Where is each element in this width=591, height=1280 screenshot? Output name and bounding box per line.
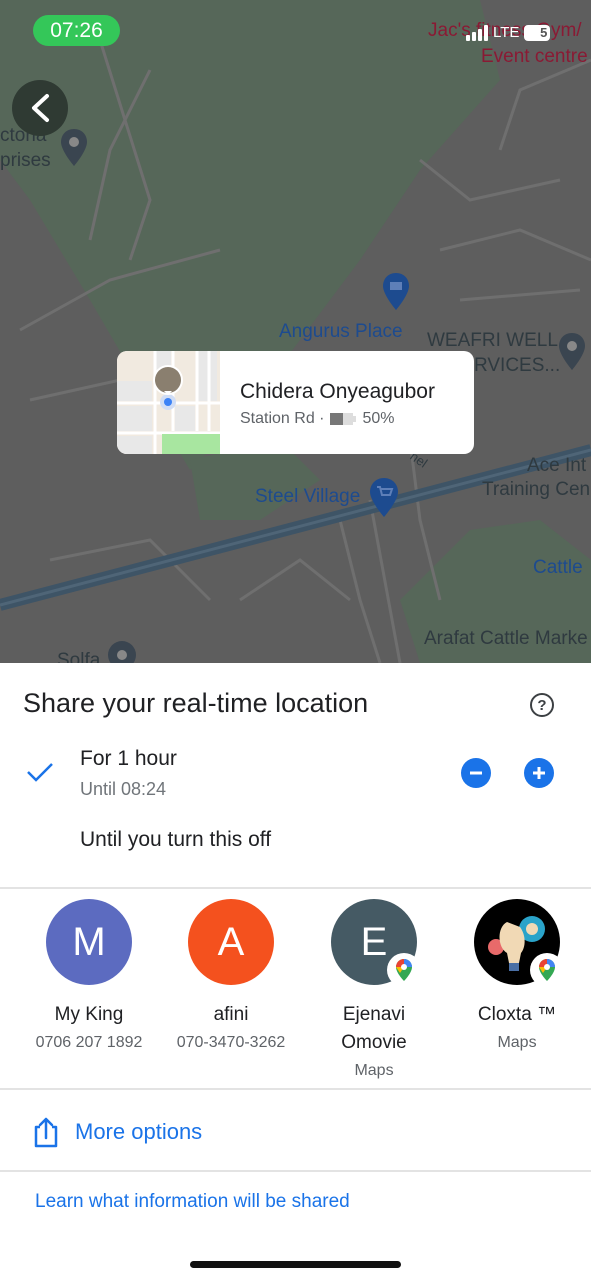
contact-phone: 070-3470-3262 bbox=[176, 1034, 286, 1051]
street-name: Station Rd · bbox=[240, 410, 325, 427]
contact-name: Cloxta ™ bbox=[477, 1004, 557, 1025]
duration-title: For 1 hour bbox=[80, 747, 177, 770]
minus-icon bbox=[470, 771, 482, 775]
divider bbox=[0, 1170, 591, 1172]
location-card[interactable]: Chidera Onyeagubor Station Rd · 50% bbox=[117, 351, 474, 454]
network-type: LTE bbox=[493, 24, 520, 41]
signal-icon bbox=[466, 24, 488, 41]
battery-icon bbox=[330, 413, 357, 425]
status-indicators: LTE 5 bbox=[466, 24, 551, 41]
battery-icon: 5 bbox=[524, 24, 551, 41]
map-label-ace[interactable]: Ace Int bbox=[527, 455, 586, 478]
more-options-label: More options bbox=[75, 1119, 203, 1144]
divider bbox=[0, 887, 591, 889]
contact-name: My King bbox=[54, 1004, 124, 1025]
map-label-cattle[interactable]: Cattle bbox=[533, 557, 583, 580]
contact-app: Maps bbox=[354, 1062, 394, 1079]
map-pin-icon[interactable] bbox=[558, 332, 586, 372]
avatar bbox=[474, 899, 564, 987]
duration-option[interactable]: For 1 hour Until 08:24 bbox=[0, 743, 591, 805]
battery-percent: 50% bbox=[362, 410, 395, 427]
map-label-ace-2[interactable]: Training Cen bbox=[482, 479, 590, 502]
contact-cloxta[interactable]: Cloxta ™ Maps bbox=[447, 899, 587, 1057]
store-pin-icon[interactable] bbox=[382, 272, 410, 312]
contact-phone: 0706 207 1892 bbox=[35, 1034, 143, 1051]
share-location-sheet: Share your real-time location ? For 1 ho… bbox=[0, 663, 591, 1280]
chevron-left-icon bbox=[32, 94, 49, 122]
map-pin-icon[interactable] bbox=[60, 128, 88, 168]
increase-duration-button[interactable] bbox=[524, 758, 554, 788]
help-icon[interactable]: ? bbox=[530, 693, 554, 717]
map-view[interactable]: Jac's fitness Gym/ Event centre ctoria p… bbox=[0, 0, 591, 663]
until-turned-off-option[interactable]: Until you turn this off bbox=[80, 828, 271, 852]
map-label-weafri[interactable]: WEAFRI WELL bbox=[427, 330, 558, 353]
map-label-jacs-gym-2[interactable]: Event centre bbox=[481, 46, 588, 69]
contact-name: afini bbox=[213, 1004, 249, 1025]
plus-icon bbox=[533, 767, 545, 779]
share-icon bbox=[34, 1117, 58, 1148]
avatar: M bbox=[46, 899, 132, 985]
back-button[interactable] bbox=[12, 80, 68, 136]
learn-more-link[interactable]: Learn what information will be shared bbox=[35, 1191, 350, 1213]
map-label-angurus-place[interactable]: Angurus Place bbox=[279, 321, 403, 344]
mini-map bbox=[117, 351, 220, 454]
map-label-weafri-2[interactable]: RVICES... bbox=[474, 355, 560, 378]
map-pin-icon[interactable] bbox=[107, 640, 137, 663]
checkmark-icon bbox=[27, 763, 53, 782]
more-options-button[interactable]: More options bbox=[33, 1116, 202, 1148]
home-indicator[interactable] bbox=[190, 1261, 401, 1268]
location-details: Station Rd · 50% bbox=[240, 410, 395, 428]
shopping-cart-pin-icon[interactable] bbox=[369, 477, 399, 519]
contact-afini[interactable]: A afini 070-3470-3262 bbox=[161, 899, 301, 1057]
map-label-steel-village[interactable]: Steel Village bbox=[255, 486, 360, 509]
contact-name: Ejenavi Omovie bbox=[341, 1004, 407, 1053]
map-label-victoria-2[interactable]: prises bbox=[0, 150, 51, 173]
contact-my-king[interactable]: M My King 0706 207 1892 bbox=[19, 899, 159, 1057]
status-time: 07:26 bbox=[33, 15, 120, 46]
map-label-solfa[interactable]: Solfa bbox=[57, 650, 100, 663]
divider bbox=[0, 1088, 591, 1090]
decrease-duration-button[interactable] bbox=[461, 758, 491, 788]
contact-app: Maps bbox=[497, 1034, 537, 1051]
google-maps-icon bbox=[530, 953, 564, 987]
google-maps-icon bbox=[387, 953, 421, 987]
contact-ejenavi-omovie[interactable]: E Ejenavi Omovie Maps bbox=[304, 899, 444, 1085]
battery-level: 5 bbox=[540, 25, 548, 40]
avatar: E bbox=[331, 899, 421, 987]
map-label-arafat[interactable]: Arafat Cattle Marke bbox=[424, 628, 588, 651]
duration-until: Until 08:24 bbox=[80, 779, 167, 799]
contact-name: Chidera Onyeagubor bbox=[240, 380, 435, 403]
avatar: A bbox=[188, 899, 274, 985]
sheet-title: Share your real-time location bbox=[23, 688, 369, 718]
